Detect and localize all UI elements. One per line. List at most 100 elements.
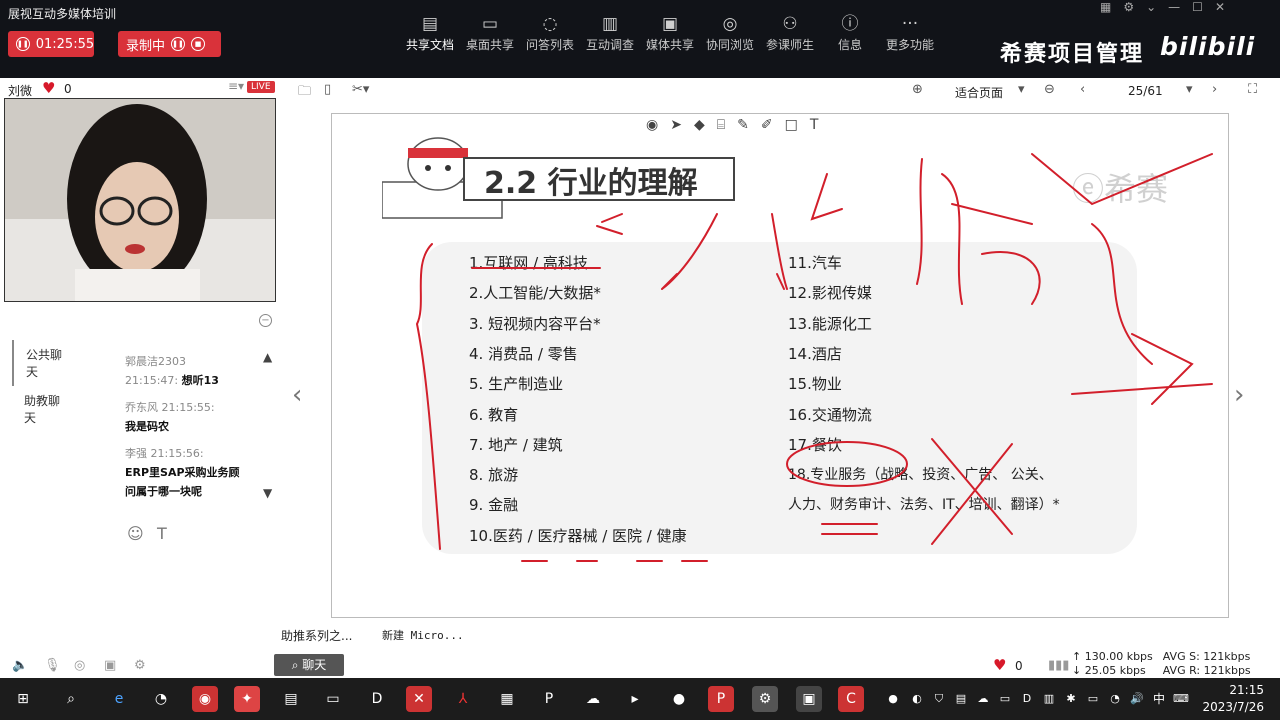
tab-assistant-chat[interactable]: 助教聊天 xyxy=(12,386,82,432)
chat-app-icon[interactable]: ◔ xyxy=(148,686,174,712)
dropdown-icon[interactable]: ▾ xyxy=(1186,82,1193,97)
next-page-icon[interactable]: › xyxy=(1212,82,1217,97)
previous-slide-icon[interactable]: ‹ xyxy=(292,380,302,410)
eraser-icon[interactable]: ◆ xyxy=(694,117,705,133)
powerpoint-icon[interactable]: P xyxy=(708,686,734,712)
grid-icon[interactable]: ▦ xyxy=(1100,0,1111,14)
input-method-icon[interactable]: ⌨ xyxy=(1168,686,1194,712)
heart-icon[interactable]: ♥ xyxy=(42,79,55,97)
app-icon[interactable]: ▤ xyxy=(278,686,304,712)
speaker-icon[interactable]: 🔈 xyxy=(12,658,28,673)
tool-label: 参课师生 xyxy=(765,38,814,52)
tool-label: 共享文档 xyxy=(405,38,454,52)
poll-icon: ▥ xyxy=(601,14,619,34)
doc-tab[interactable]: 助推系列之... xyxy=(281,627,352,644)
tool-desktop-share[interactable]: ▭ 桌面共享 xyxy=(460,12,520,53)
slide: 2.2 行业的理解 ⓔ希赛 1.互联网 / 高科技 2.人工智能/大数据* 3.… xyxy=(331,113,1229,618)
windows-start-icon[interactable]: ⊞ xyxy=(10,686,36,712)
fit-screen-icon[interactable]: ⛶ xyxy=(1248,82,1257,97)
scroll-down-icon[interactable]: ▼ xyxy=(263,486,272,500)
tool-qa-list[interactable]: ◌ 问答列表 xyxy=(520,12,580,53)
zoom-select[interactable]: 适合页面 xyxy=(955,84,1003,101)
page-indicator[interactable]: 25/61 xyxy=(1128,84,1163,98)
maximize-icon[interactable]: ☐ xyxy=(1192,0,1203,14)
tool-participants[interactable]: ⚇ 参课师生 xyxy=(760,12,820,53)
system-clock[interactable]: 21:15 2023/7/26 xyxy=(1200,682,1264,716)
app-icon[interactable]: ⚙ xyxy=(752,686,778,712)
prev-page-icon[interactable]: ‹ xyxy=(1080,82,1085,97)
edge-icon[interactable]: e xyxy=(106,686,132,712)
file-icon[interactable]: ▯ xyxy=(324,82,331,97)
document-icon: ▤ xyxy=(421,14,439,34)
app-icon[interactable]: ◉ xyxy=(192,686,218,712)
recording-timer-button[interactable]: ❚❚ 01:25:55 xyxy=(8,31,94,57)
files-icon[interactable]: ▭ xyxy=(320,686,346,712)
app-icon[interactable]: P xyxy=(536,686,562,712)
app-icon[interactable]: ✦ xyxy=(234,686,260,712)
doc-tab[interactable]: 新建 Micro... xyxy=(382,627,464,643)
upload-rate: 130.00 kbps xyxy=(1084,650,1153,663)
screen-icon[interactable]: ▣ xyxy=(104,658,116,673)
dropdown-icon[interactable]: ▾ xyxy=(1018,82,1025,97)
tool-shared-doc[interactable]: ▤ 共享文档 xyxy=(400,12,460,53)
pdf-icon[interactable]: ⅄ xyxy=(450,686,476,712)
highlighter-icon[interactable]: ✐ xyxy=(761,117,773,133)
close-icon[interactable]: ✕ xyxy=(1215,0,1225,14)
next-slide-icon[interactable]: › xyxy=(1234,380,1244,410)
camera-icon[interactable]: ◎ xyxy=(74,658,85,673)
signal-icon: ▮▮▮ xyxy=(1048,658,1070,673)
tool-label: 问答列表 xyxy=(525,38,574,52)
chat-text: 我是码农 xyxy=(125,420,169,433)
folder-icon[interactable]: 🗀 xyxy=(298,82,311,104)
pin-icon[interactable]: ⌄ xyxy=(1146,0,1156,14)
stop-icon[interactable]: ■ xyxy=(191,37,206,51)
tool-poll[interactable]: ▥ 互动调查 xyxy=(580,12,640,53)
recording-status-button[interactable]: 录制中 ❚❚ ■ xyxy=(118,31,221,57)
tray-icon[interactable]: ● xyxy=(880,686,906,712)
pointer-icon[interactable]: ➤ xyxy=(670,117,682,133)
emoji-icon[interactable]: ☺ xyxy=(127,524,144,543)
zoom-out-icon[interactable]: ⊖ xyxy=(1044,82,1055,97)
bilibili-logo: bilibili xyxy=(1160,32,1256,61)
settings-icon[interactable]: ⚙ xyxy=(1123,0,1134,14)
record-icon[interactable]: ◉ xyxy=(646,117,658,133)
live-badge: LIVE xyxy=(247,81,275,93)
left-panel: 刘微 ♥ 0 ≡▾ LIVE − 公共聊天 助教聊天 郭晨洁2303 21:15… xyxy=(0,78,282,678)
settings-icon[interactable]: ⚙ xyxy=(134,658,146,673)
chat-text: 想听13 xyxy=(181,374,219,387)
cut-icon[interactable]: ✂▾ xyxy=(352,82,369,97)
browse-icon: ◎ xyxy=(722,14,738,34)
tool-media-share[interactable]: ▣ 媒体共享 xyxy=(640,12,700,53)
desktop-share-icon: ▭ xyxy=(481,14,499,34)
app-icon[interactable]: ▸ xyxy=(622,686,648,712)
app-icon[interactable]: ▦ xyxy=(494,686,520,712)
app-icon[interactable]: ▣ xyxy=(796,686,822,712)
menu-icon[interactable]: ≡▾ xyxy=(228,79,244,93)
rectangle-icon[interactable]: □ xyxy=(785,117,798,133)
text-format-icon[interactable]: T xyxy=(157,524,167,543)
clear-icon[interactable]: ⌸ xyxy=(717,117,725,133)
pen-icon[interactable]: ✎ xyxy=(737,117,749,133)
zoom-in-icon[interactable]: ⊕ xyxy=(912,82,923,97)
tool-label: 信息 xyxy=(837,38,862,52)
recording-timer: 01:25:55 xyxy=(35,36,95,52)
minimize-icon[interactable]: — xyxy=(1168,0,1180,14)
tool-info[interactable]: ⓘ 信息 xyxy=(820,12,880,53)
app-icon[interactable]: ☁ xyxy=(580,686,606,712)
tab-public-chat[interactable]: 公共聊天 xyxy=(12,340,82,386)
media-icon: ▣ xyxy=(661,14,679,34)
pause-icon[interactable]: ❚❚ xyxy=(171,37,186,51)
heart-icon[interactable]: ♥ xyxy=(993,656,1006,674)
microphone-icon[interactable]: 🎙 xyxy=(44,658,61,673)
collapse-chat-icon[interactable]: − xyxy=(259,314,272,327)
scroll-up-icon[interactable]: ▲ xyxy=(263,350,272,364)
tool-more[interactable]: ··· 更多功能 xyxy=(880,12,940,53)
app-icon[interactable]: C xyxy=(838,686,864,712)
chat-button[interactable]: ⌕ 聊天 xyxy=(274,654,344,676)
app-icon[interactable]: ✕ xyxy=(406,686,432,712)
app-icon[interactable]: ● xyxy=(666,686,692,712)
search-icon[interactable]: ⌕ xyxy=(58,686,84,712)
app-icon[interactable]: D xyxy=(364,686,390,712)
text-icon[interactable]: T xyxy=(810,117,819,133)
tool-co-browse[interactable]: ◎ 协同浏览 xyxy=(700,12,760,53)
